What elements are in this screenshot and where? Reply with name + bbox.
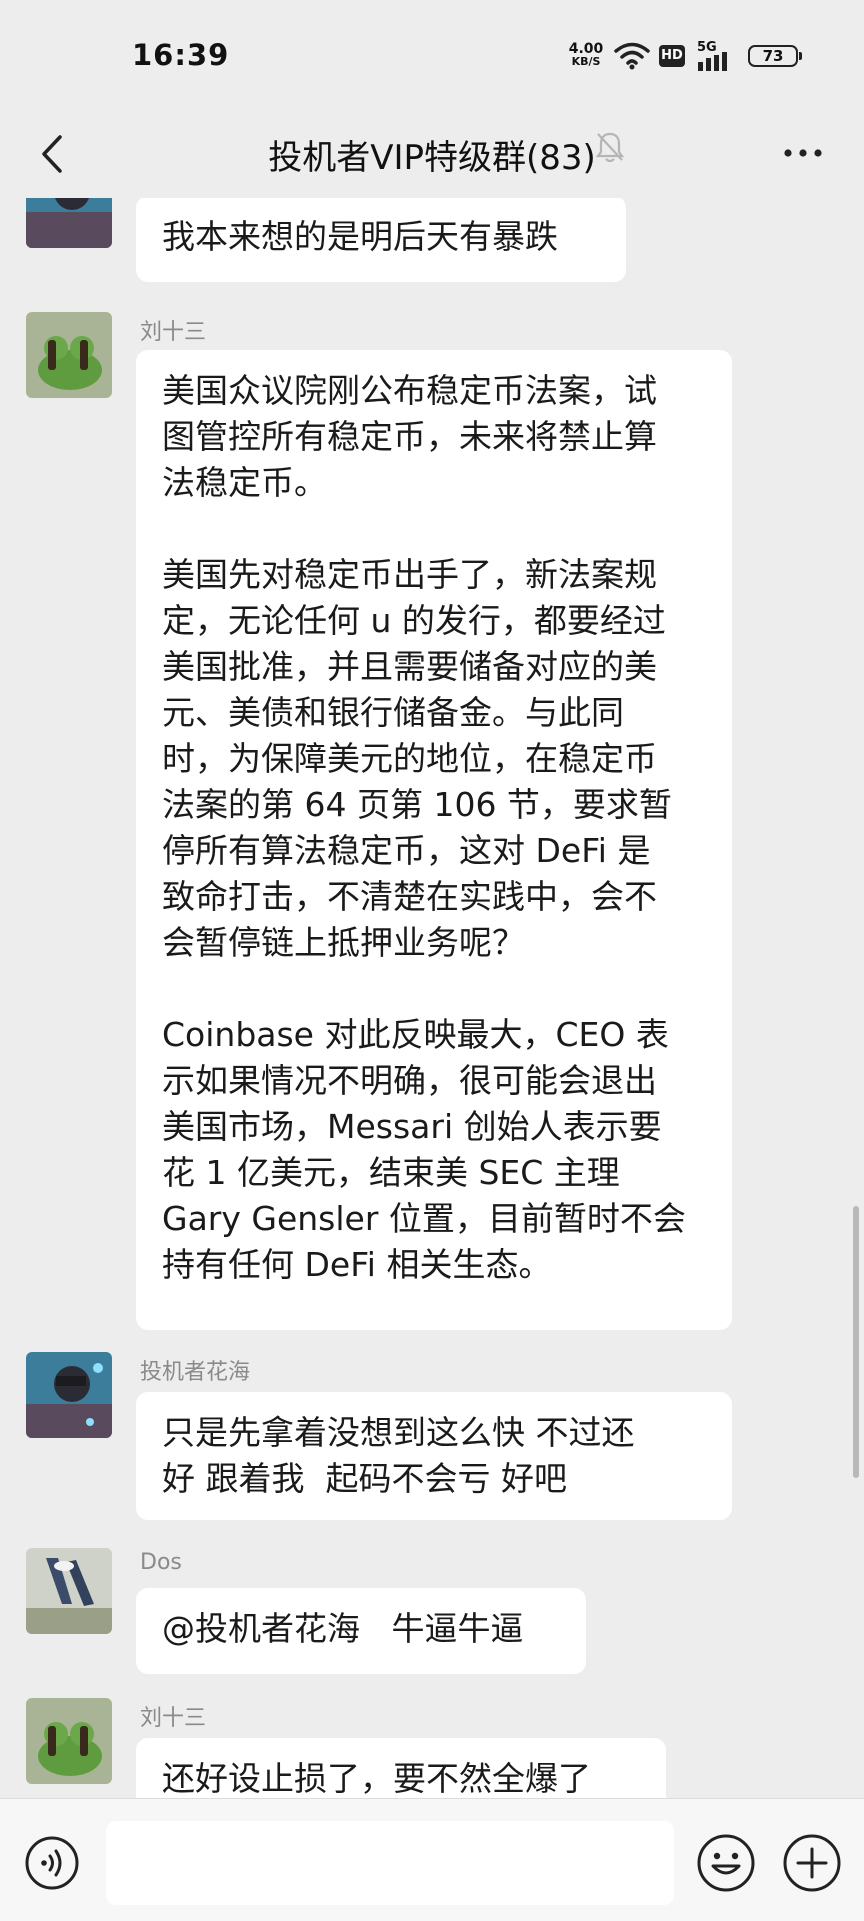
avatar-liushisan[interactable] bbox=[26, 1698, 112, 1784]
message-bubble[interactable]: 我本来想的是明后天有暴跌 bbox=[136, 198, 626, 282]
input-bar bbox=[0, 1798, 864, 1921]
hd-badge: HD bbox=[659, 45, 685, 67]
plus-icon[interactable] bbox=[782, 1833, 842, 1893]
mute-bell-icon bbox=[595, 132, 625, 163]
voice-icon[interactable] bbox=[24, 1835, 80, 1891]
message-bubble[interactable]: 只是先拿着没想到这么快 不过还 好 跟着我 起码不会亏 好吧 bbox=[136, 1392, 732, 1520]
chat-title: 投机者VIP特级群(83) bbox=[268, 138, 596, 178]
scrollbar[interactable] bbox=[853, 1206, 859, 1478]
avatar-dos[interactable] bbox=[26, 1548, 112, 1634]
message-bubble[interactable]: 还好设止损了，要不然全爆了 bbox=[136, 1738, 666, 1798]
sender-name: 刘十三 bbox=[140, 320, 207, 345]
battery-level: 73 bbox=[762, 47, 784, 65]
message-list[interactable]: 我本来想的是明后天有暴跌 刘十三 美国众议院刚公布稳定币法案，试 图管控所有稳定… bbox=[0, 198, 864, 1798]
more-options-button[interactable] bbox=[776, 128, 830, 178]
signal-icon bbox=[698, 52, 727, 71]
network-speed-value: 4.00 bbox=[568, 41, 604, 57]
more-dots-icon bbox=[784, 149, 822, 157]
message-bubble[interactable]: 美国众议院刚公布稳定币法案，试 图管控所有稳定币，未来将禁止算 法稳定币。 美国… bbox=[136, 350, 732, 1330]
emoji-icon[interactable] bbox=[696, 1833, 756, 1893]
battery-icon: 73 bbox=[748, 45, 802, 67]
avatar-huahai[interactable] bbox=[26, 1352, 112, 1438]
chat-header: 投机者VIP特级群(83) bbox=[0, 110, 864, 198]
message-input[interactable] bbox=[106, 1821, 674, 1905]
avatar-liushisan[interactable] bbox=[26, 312, 112, 398]
sender-name: 刘十三 bbox=[140, 1706, 207, 1731]
hd-label: HD bbox=[661, 48, 683, 63]
network-speed-unit: KB/S bbox=[571, 55, 601, 68]
sender-name: Dos bbox=[140, 1550, 182, 1575]
network-speed: 4.00 KB/S bbox=[564, 42, 608, 68]
message-bubble[interactable]: @投机者花海 牛逼牛逼 bbox=[136, 1588, 586, 1674]
wifi-icon bbox=[614, 42, 650, 70]
sender-name: 投机者花海 bbox=[140, 1360, 251, 1385]
status-bar: 16:39 4.00 KB/S HD 5G 73 bbox=[0, 0, 864, 110]
status-time: 16:39 bbox=[132, 38, 230, 72]
avatar-huahai[interactable] bbox=[26, 198, 112, 248]
